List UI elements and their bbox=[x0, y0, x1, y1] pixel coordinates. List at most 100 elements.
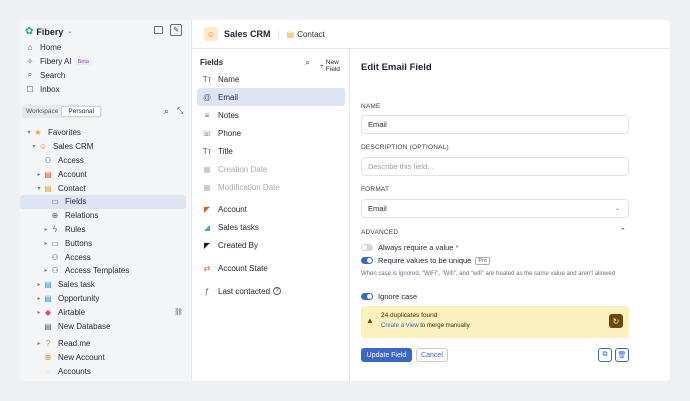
create-view-link[interactable]: Create a View bbox=[381, 323, 419, 329]
tree-access[interactable]: ⚇ Access bbox=[20, 154, 192, 168]
require-unique-toggle-row[interactable]: Require values to be unique Pro bbox=[361, 256, 490, 265]
breadcrumb-database[interactable]: Contact bbox=[297, 30, 325, 39]
tree-contact[interactable]: ▾ ▤ Contact bbox=[20, 181, 192, 195]
duplicate-icon[interactable]: ⧉ bbox=[598, 348, 612, 362]
chevron-down-icon: ⌄ bbox=[614, 206, 620, 212]
name-input[interactable]: Email bbox=[361, 115, 629, 134]
tree-sales-task[interactable]: ▸ ▤ Sales task bbox=[20, 278, 192, 292]
chevron-down-icon: ▾ bbox=[27, 130, 31, 137]
require-value-toggle-row[interactable]: Always require a value * bbox=[361, 243, 458, 252]
tree-buttons[interactable]: ▸ ▭ Buttons bbox=[20, 236, 192, 250]
separator: | bbox=[277, 29, 280, 39]
plus-circle-icon: ⊕ bbox=[44, 353, 52, 363]
tree-account[interactable]: ▸ ▤ Account bbox=[20, 167, 192, 181]
tree-access-contact[interactable]: ⚇ Access bbox=[20, 250, 192, 264]
calendar-icon: ▦ bbox=[203, 164, 211, 174]
tree-favorites[interactable]: ▾ ★ Favorites bbox=[20, 126, 192, 140]
relations-icon: ⊕ bbox=[51, 211, 59, 221]
star-icon: ★ bbox=[34, 128, 42, 138]
tab-workspace[interactable]: Workspace bbox=[23, 108, 61, 115]
handshake-icon: ☺ bbox=[38, 142, 48, 152]
breadcrumb-space[interactable]: Sales CRM bbox=[224, 29, 271, 39]
help-icon[interactable]: ? bbox=[273, 287, 282, 295]
fields-panel: Fields ⌕ + New Field Tт Name @ Email ≡ Note… bbox=[192, 49, 350, 381]
field-name[interactable]: Tт Name bbox=[197, 70, 345, 88]
edit-field-panel: Edit Email Field NAME Email DESCRIPTION … bbox=[360, 49, 630, 381]
tree-rules[interactable]: ▸ ϟ Rules bbox=[20, 223, 192, 237]
at-icon: @ bbox=[202, 92, 212, 102]
field-notes[interactable]: ≡ Notes bbox=[197, 106, 345, 124]
chat-icon: ◌ bbox=[45, 366, 51, 376]
fields-panel-title: Fields bbox=[200, 58, 224, 67]
tree: ▾ ★ Favorites ▾ ☺ Sales CRM ⚇ Access ▸ ▤ Accoun… bbox=[20, 126, 192, 378]
nav-inbox[interactable]: ☐ Inbox bbox=[20, 82, 192, 96]
app-window: ✿ Fibery ⌄ ✎ ⌂ Home ✧ Fibery AI Beta ⌕ Searc… bbox=[20, 20, 670, 381]
database-icon: ▤ bbox=[44, 321, 52, 331]
database-icon: ▤ bbox=[286, 29, 295, 39]
tree-opportunity[interactable]: ▸ ▤ Opportunity bbox=[20, 292, 192, 306]
tree-accounts[interactable]: ◌ Accounts bbox=[20, 365, 192, 379]
chevron-right-icon: ▸ bbox=[37, 341, 41, 348]
collapse-icon[interactable]: ⤡ bbox=[177, 106, 183, 116]
relation-icon: ◤ bbox=[203, 204, 211, 214]
require-unique-toggle[interactable] bbox=[361, 257, 373, 264]
field-modification-date[interactable]: ▦ Modification Date bbox=[197, 178, 345, 196]
ignore-case-toggle[interactable] bbox=[361, 293, 373, 300]
field-account-state[interactable]: ⇄ Account State bbox=[197, 259, 345, 277]
chevron-right-icon: ▸ bbox=[44, 240, 48, 247]
tree-readme[interactable]: ▸? Read.me bbox=[20, 337, 192, 351]
field-title[interactable]: Tт Title bbox=[197, 142, 345, 160]
calendar-icon: ▦ bbox=[203, 182, 211, 192]
require-value-toggle[interactable] bbox=[361, 244, 373, 251]
airtable-icon: ◆ bbox=[44, 307, 52, 317]
text-icon: Tт bbox=[202, 74, 212, 84]
tab-personal[interactable]: Personal bbox=[61, 106, 102, 117]
tree-new-database[interactable]: ▤ New Database bbox=[20, 319, 192, 333]
field-email[interactable]: @ Email bbox=[197, 88, 345, 106]
new-page-icon[interactable]: ✎ bbox=[170, 24, 182, 36]
trash-icon[interactable]: 🗑 bbox=[615, 348, 629, 362]
field-last-contacted[interactable]: ƒ Last contacted? bbox=[197, 282, 345, 300]
search-icon[interactable]: ⌕ bbox=[305, 57, 310, 68]
tree-relations[interactable]: ⊕ Relations bbox=[20, 209, 192, 223]
field-created-by[interactable]: ◤ Created By bbox=[197, 236, 345, 254]
database-icon: ▤ bbox=[44, 280, 52, 290]
tree-new-account[interactable]: ⊕ New Account bbox=[20, 351, 192, 365]
nav-home[interactable]: ⌂ Home bbox=[20, 41, 192, 55]
lookup-icon: ⇄ bbox=[203, 263, 211, 273]
tree-airtable[interactable]: ▸ ◆ Airtable ⛓ bbox=[20, 305, 192, 319]
field-sales-tasks[interactable]: ◢ Sales tasks bbox=[197, 218, 345, 236]
formula-icon: ƒ bbox=[204, 286, 210, 296]
format-select[interactable]: Email ⌄ bbox=[361, 199, 629, 218]
field-creation-date[interactable]: ▦ Creation Date bbox=[197, 160, 345, 178]
chevron-right-icon: ▸ bbox=[37, 282, 41, 289]
question-icon: ? bbox=[45, 339, 51, 349]
users-icon: ⚇ bbox=[51, 252, 59, 262]
tree-sales-crm[interactable]: ▾ ☺ Sales CRM bbox=[20, 140, 192, 154]
advanced-label: ADVANCED bbox=[361, 229, 399, 236]
button-icon: ▭ bbox=[51, 238, 59, 248]
search-icon[interactable]: ⌕ bbox=[164, 106, 169, 117]
field-account[interactable]: ◤ Account bbox=[197, 200, 345, 218]
cancel-button[interactable]: Cancel bbox=[416, 348, 448, 362]
ignore-case-toggle-row[interactable]: Ignore case bbox=[361, 292, 417, 301]
tree-access-templates[interactable]: ▸ ⚇ Access Templates bbox=[20, 264, 192, 278]
database-icon: ▤ bbox=[44, 293, 52, 303]
sidebar: ✿ Fibery ⌄ ✎ ⌂ Home ✧ Fibery AI Beta ⌕ Searc… bbox=[20, 20, 192, 381]
description-input[interactable]: Describe this field... bbox=[361, 157, 629, 176]
name-label: NAME bbox=[361, 103, 381, 110]
duplicates-warning: ▲ 24 duplicates found Create a View to m… bbox=[361, 306, 629, 338]
nav-search[interactable]: ⌕ Search bbox=[20, 69, 192, 83]
chevron-up-icon[interactable]: ⌃ bbox=[620, 227, 626, 235]
plus-icon: + bbox=[320, 62, 324, 70]
chevron-right-icon: ▸ bbox=[37, 309, 41, 316]
toggle-sidebar-icon[interactable] bbox=[154, 26, 163, 34]
tree-fields[interactable]: ▭ Fields bbox=[20, 194, 186, 209]
chevron-right-icon: ▸ bbox=[44, 226, 48, 233]
field-phone[interactable]: ☏ Phone bbox=[197, 124, 345, 142]
workspace-switcher[interactable]: ✿ Fibery ⌄ bbox=[25, 25, 72, 38]
refresh-button[interactable]: ↻ bbox=[609, 314, 623, 328]
warning-icon: ▲ bbox=[366, 316, 374, 325]
update-field-button[interactable]: Update Field bbox=[361, 348, 412, 362]
nav-fibery-ai[interactable]: ✧ Fibery AI Beta bbox=[20, 55, 192, 69]
